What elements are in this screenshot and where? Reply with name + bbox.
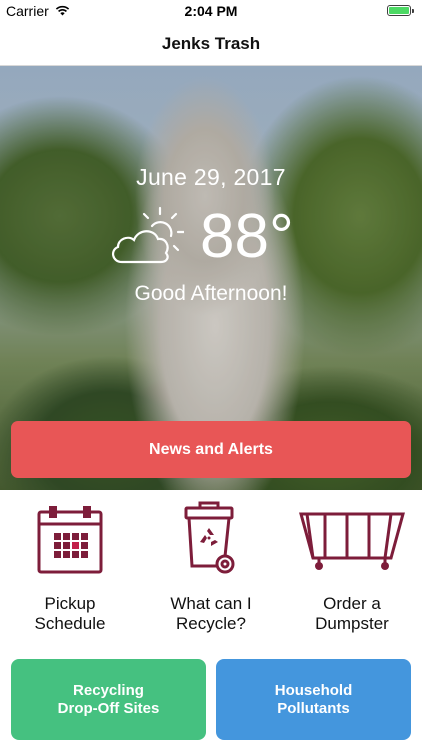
recycle-label: What can I Recycle? [170,594,252,633]
recycle-bin-icon [141,500,281,576]
hero-temperature: 88° [200,202,294,271]
hero-date: June 29, 2017 [136,164,286,190]
household-pollutants-button[interactable]: Household Pollutants [216,659,411,740]
battery-icon [387,5,411,16]
calendar-icon [0,500,140,576]
recycle-tile[interactable]: What can I Recycle? [141,500,281,650]
status-right [387,5,414,16]
status-time: 2:04 PM [184,3,238,19]
nav-title: Jenks Trash [161,34,261,53]
order-dumpster-label: Order a Dumpster [315,594,389,633]
status-bar: Carrier 2:04 PM [0,0,422,22]
weather-row: 88° [108,202,328,274]
recycling-dropoff-button[interactable]: Recycling Drop-Off Sites [11,659,206,740]
pickup-schedule-label: Pickup Schedule [34,594,106,633]
news-alerts-button[interactable]: News and Alerts [11,421,411,478]
battery-fill [389,7,409,14]
partly-cloudy-icon [108,206,186,268]
dumpster-icon [282,500,422,576]
hero-greeting: Good Afternoon! [134,282,288,305]
order-dumpster-tile[interactable]: Order a Dumpster [282,500,422,650]
pickup-schedule-tile[interactable]: Pickup Schedule [0,500,140,650]
battery-cap [412,8,414,13]
nav-bar: Jenks Trash [0,22,422,66]
